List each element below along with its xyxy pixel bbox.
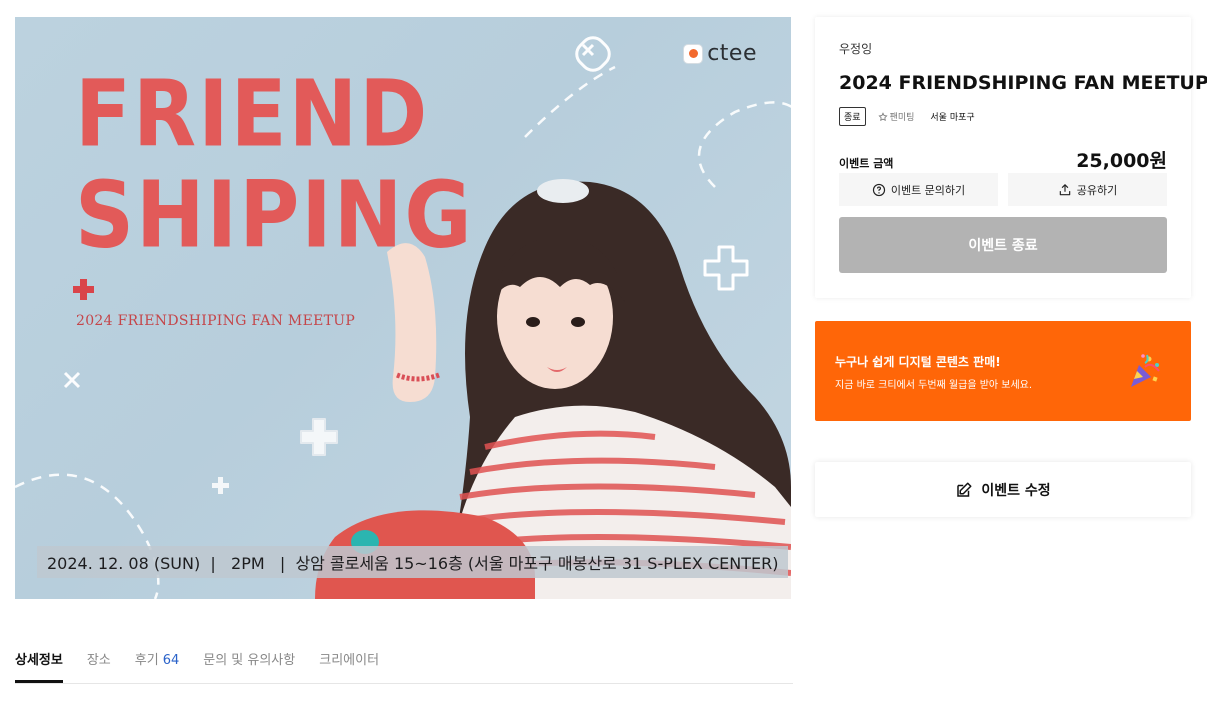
- question-circle-icon: [872, 183, 885, 196]
- tab-location[interactable]: 장소: [87, 640, 111, 684]
- price-label: 이벤트 금액: [839, 157, 894, 170]
- poster-info-bar: 2024. 12. 08 (SUN) | 2PM | 상암 콜로세움 15~16…: [37, 546, 789, 578]
- tab-reviews[interactable]: 후기 64: [135, 640, 179, 684]
- event-title: 2024 FRIENDSHIPING FAN MEETUP: [839, 72, 1207, 94]
- poster-info-text: 2024. 12. 08 (SUN) | 2PM | 상암 콜로세움 15~16…: [47, 554, 779, 573]
- share-button-label: 공유하기: [1076, 183, 1118, 197]
- poster-title-line2: SHIPING: [75, 162, 474, 269]
- share-icon: [1059, 183, 1070, 195]
- inquiry-button-label: 이벤트 문의하기: [890, 183, 966, 197]
- promo-headline: 누구나 쉽게 디지털 콘텐츠 판매!: [835, 355, 1001, 369]
- creator-name[interactable]: 우정잉: [839, 40, 872, 57]
- share-button[interactable]: 공유하기: [1008, 173, 1167, 206]
- status-badge: 종료: [839, 107, 866, 126]
- tab-details[interactable]: 상세정보: [15, 640, 63, 683]
- event-ended-button[interactable]: 이벤트 종료: [839, 217, 1167, 273]
- tab-inquiry-notes-label: 문의 및 유의사항: [203, 653, 296, 668]
- event-price: 25,000원: [1076, 150, 1167, 172]
- category-label: 팬미팅: [889, 113, 915, 123]
- review-count: 64: [162, 653, 180, 668]
- tab-location-label: 장소: [86, 653, 111, 668]
- ctee-logo: ctee: [683, 41, 757, 66]
- event-tags: 종료 팬미팅 서울 마포구: [839, 107, 979, 126]
- tab-details-label: 상세정보: [15, 653, 63, 668]
- poster-title-line1: FRIEND: [75, 61, 430, 169]
- detail-tabs: 상세정보 장소 후기 64 문의 및 유의사항 크리에이터: [15, 640, 793, 684]
- brand-text: ctee: [707, 41, 757, 66]
- star-icon: [878, 111, 888, 121]
- party-popper-icon: [1131, 354, 1160, 387]
- tab-creator[interactable]: 크리에이터: [319, 640, 379, 684]
- event-info-card: 우정잉 2024 FRIENDSHIPING FAN MEETUP 종료 팬미팅…: [815, 17, 1207, 298]
- ctee-logo-icon: [683, 43, 704, 64]
- category-tag: 팬미팅: [874, 108, 919, 125]
- edit-icon: [957, 482, 972, 497]
- edit-event-button[interactable]: 이벤트 수정: [815, 462, 1191, 517]
- promo-subtext: 지금 바로 크티에서 두번째 월급을 받아 보세요.: [835, 380, 1033, 391]
- edit-event-label: 이벤트 수정: [981, 482, 1051, 499]
- poster-subtitle: 2024 FRIENDSHIPING FAN MEETUP: [76, 313, 356, 329]
- inquiry-button[interactable]: 이벤트 문의하기: [839, 173, 998, 206]
- tab-reviews-label: 후기: [134, 653, 159, 668]
- event-poster: ctee FRIEND SHIPING 2024 FRIENDSHIPING F…: [15, 17, 791, 599]
- tab-creator-label: 크리에이터: [319, 653, 380, 668]
- promo-banner[interactable]: 누구나 쉽게 디지털 콘텐츠 판매! 지금 바로 크티에서 두번째 월급을 받아…: [815, 321, 1191, 421]
- tab-inquiry-notes[interactable]: 문의 및 유의사항: [203, 640, 295, 684]
- card-action-row: 이벤트 문의하기 공유하기: [839, 173, 1167, 206]
- poster-big-title: FRIEND SHIPING: [75, 61, 474, 269]
- location-tag: 서울 마포구: [930, 113, 975, 123]
